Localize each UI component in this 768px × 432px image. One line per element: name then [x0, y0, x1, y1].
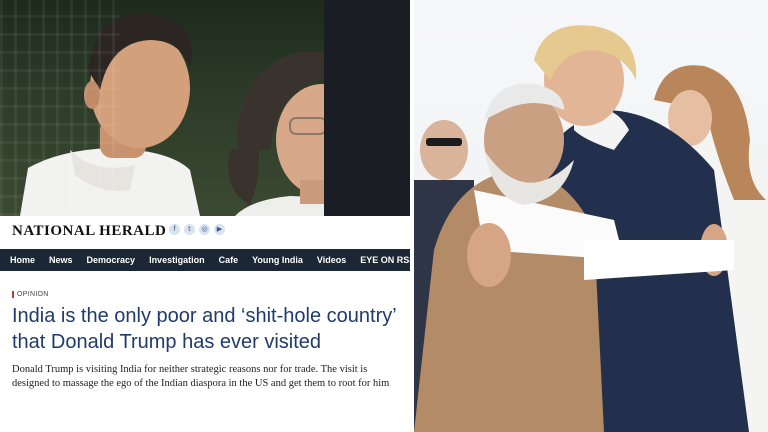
article-body: OPINION India is the only poor and ‘shit…	[0, 271, 414, 432]
nav-item-home[interactable]: Home	[10, 255, 35, 265]
social-links: f t ◎ ▶	[169, 224, 225, 235]
news-screenshot-panel: NATIONAL HERALD f t ◎ ▶ Home News Democr…	[0, 0, 414, 432]
article-category-tag[interactable]: OPINION	[12, 291, 49, 298]
person-right-bun	[228, 145, 259, 205]
instagram-icon[interactable]: ◎	[199, 224, 210, 235]
bg-person-face	[420, 120, 468, 180]
nav-item-investigation[interactable]: Investigation	[149, 255, 205, 265]
youtube-icon[interactable]: ▶	[214, 224, 225, 235]
twitter-icon[interactable]: t	[184, 224, 195, 235]
main-navbar: Home News Democracy Investigation Cafe Y…	[0, 249, 414, 271]
embrace-photo	[414, 25, 768, 432]
article-headline[interactable]: India is the only poor and ‘shit-hole co…	[12, 303, 404, 355]
facebook-icon[interactable]: f	[169, 224, 180, 235]
background-shadow	[324, 0, 414, 216]
hand-left	[467, 223, 511, 287]
background-fence	[0, 0, 120, 216]
embrace-photo-panel	[414, 0, 768, 432]
article-lede: Donald Trump is visiting India for neith…	[12, 364, 390, 389]
nav-item-eye-on-rss[interactable]: EYE ON RSS	[360, 255, 414, 265]
nav-item-videos[interactable]: Videos	[317, 255, 346, 265]
nav-item-young-india[interactable]: Young India	[252, 255, 303, 265]
article-hero-photo	[0, 0, 414, 216]
nav-item-news[interactable]: News	[49, 255, 73, 265]
sunglasses-icon	[426, 138, 462, 146]
nav-item-democracy[interactable]: Democracy	[87, 255, 136, 265]
nav-item-cafe[interactable]: Cafe	[219, 255, 239, 265]
site-logo[interactable]: NATIONAL HERALD	[12, 223, 166, 240]
